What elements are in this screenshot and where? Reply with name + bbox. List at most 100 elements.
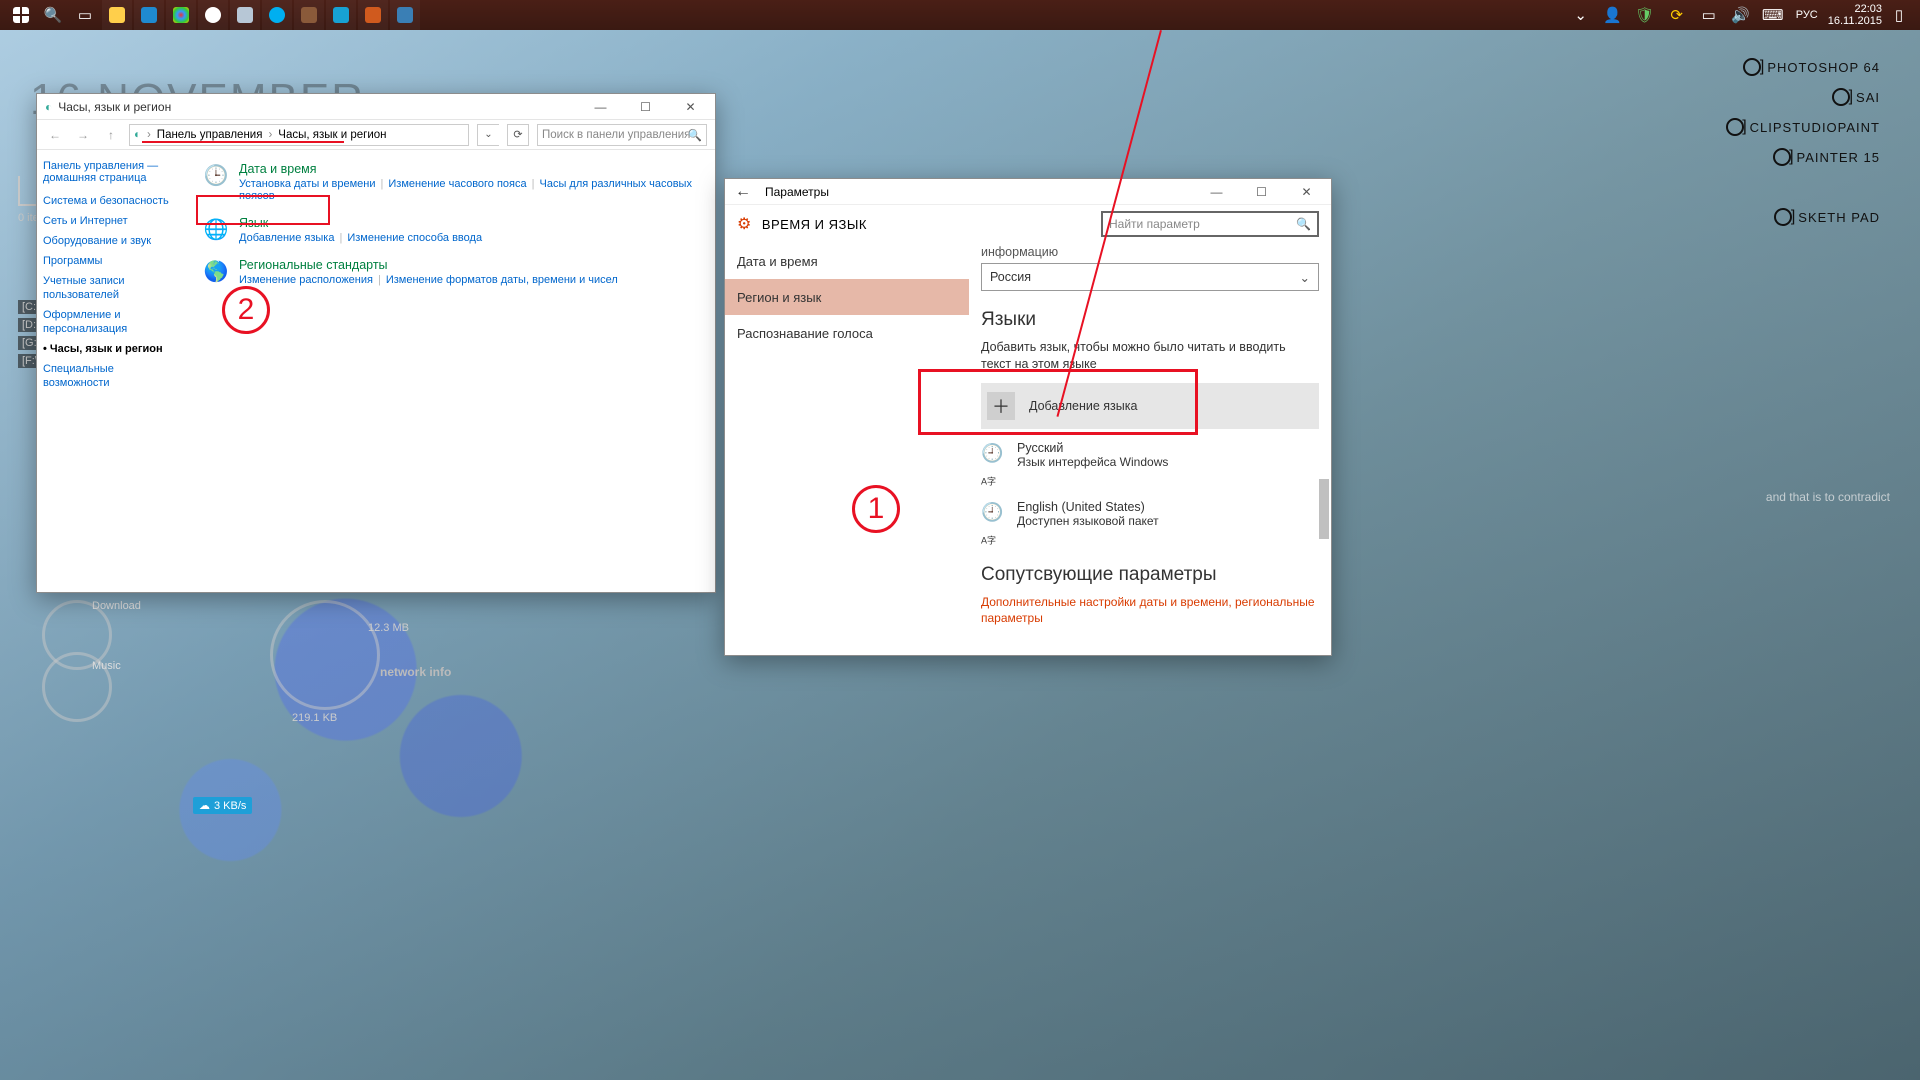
net-speed-value: 3 KB/s bbox=[214, 800, 246, 812]
annotation-circle-2: 2 bbox=[222, 286, 270, 334]
tray-shield-icon[interactable]: 🛡 bbox=[1630, 0, 1660, 30]
desktop-shortcut[interactable]: PHOTOSHOP 64 bbox=[1743, 58, 1880, 76]
address-dropdown-icon[interactable]: ⌄ bbox=[477, 124, 499, 146]
cp-category-title[interactable]: Дата и время bbox=[239, 162, 699, 176]
tray-language[interactable]: РУС bbox=[1796, 9, 1818, 21]
taskbar-app-photos[interactable] bbox=[166, 0, 196, 30]
minimize-button[interactable]: — bbox=[1194, 180, 1239, 204]
desktop-shortcut[interactable]: PAINTER 15 bbox=[1773, 148, 1880, 166]
settings-main: информацию Россия Языки Добавить язык, ч… bbox=[969, 243, 1331, 655]
taskbar-app-generic1[interactable] bbox=[230, 0, 260, 30]
tray-chevron-icon[interactable]: ⌄ bbox=[1566, 0, 1596, 30]
cp-category: 🕒Дата и времяУстановка даты и времени|Из… bbox=[203, 162, 699, 202]
tray-date: 16.11.2015 bbox=[1828, 15, 1882, 27]
cp-task-link[interactable]: Установка даты и времени bbox=[239, 178, 376, 190]
taskbar-app-explorer[interactable] bbox=[102, 0, 132, 30]
cp-sidebar-item[interactable]: Оформление и персонализация bbox=[43, 308, 181, 336]
language-item[interactable]: 🕘A字 Русский Язык интерфейса Windows bbox=[981, 441, 1319, 488]
close-button[interactable]: ✕ bbox=[668, 95, 713, 119]
cp-task-link[interactable]: Изменение расположения bbox=[239, 274, 373, 286]
country-select[interactable]: Россия bbox=[981, 263, 1319, 291]
cloud-icon: ☁ bbox=[199, 799, 210, 812]
nav-back-icon[interactable]: ← bbox=[45, 128, 65, 142]
cp-category-title[interactable]: Язык bbox=[239, 216, 482, 230]
back-button[interactable]: ← bbox=[735, 183, 751, 201]
cp-task-link[interactable]: Изменение способа ввода bbox=[347, 232, 482, 244]
refresh-button[interactable]: ⟳ bbox=[507, 124, 529, 146]
country-label-fragment: информацию bbox=[981, 245, 1319, 259]
cp-home-link[interactable]: Панель управления — домашняя страница bbox=[43, 160, 181, 184]
maximize-button[interactable]: ☐ bbox=[623, 95, 668, 119]
nav-forward-icon[interactable]: → bbox=[73, 128, 93, 142]
hud-ring-icon bbox=[270, 600, 380, 710]
tray-people-icon[interactable]: 👤 bbox=[1598, 0, 1628, 30]
tray-keyboard-icon[interactable]: ⌨ bbox=[1758, 0, 1788, 30]
desktop-shortcut[interactable]: CLIPSTUDIOPAINT bbox=[1726, 118, 1880, 136]
cp-sidebar-item[interactable]: Сеть и Интернет bbox=[43, 214, 181, 228]
cp-sidebar-item[interactable]: Программы bbox=[43, 254, 181, 268]
taskbar-app-skype[interactable] bbox=[262, 0, 292, 30]
scrollbar-thumb[interactable] bbox=[1319, 479, 1329, 539]
search-icon: 🔍 bbox=[688, 128, 702, 142]
cp-sidebar: Панель управления — домашняя страница Си… bbox=[37, 150, 187, 592]
cp-sidebar-item[interactable]: Система и безопасность bbox=[43, 194, 181, 208]
add-language-button[interactable]: ＋ Добавление языка bbox=[981, 383, 1319, 429]
taskview-icon[interactable]: ▭ bbox=[70, 0, 100, 30]
settings-titlebar[interactable]: ← Параметры — ☐ ✕ bbox=[725, 179, 1331, 205]
minimize-button[interactable]: — bbox=[578, 95, 623, 119]
related-settings-link[interactable]: Дополнительные настройки даты и времени,… bbox=[981, 594, 1319, 626]
language-item[interactable]: 🕘A字 English (United States) Доступен язы… bbox=[981, 500, 1319, 547]
shortcut-icon bbox=[1832, 88, 1850, 106]
add-language-label: Добавление языка bbox=[1029, 399, 1137, 413]
divider: | bbox=[334, 232, 347, 244]
settings-sidebar-item[interactable]: Регион и язык bbox=[725, 279, 969, 315]
taskbar-app-itunes[interactable] bbox=[198, 0, 228, 30]
shortcut-label: PHOTOSHOP 64 bbox=[1767, 60, 1880, 75]
taskbar-app-settings[interactable] bbox=[358, 0, 388, 30]
divider: | bbox=[527, 178, 540, 190]
divider: | bbox=[373, 274, 386, 286]
settings-header: ⚙ ВРЕМЯ И ЯЗЫК Найти параметр 🔍 bbox=[725, 205, 1331, 243]
taskbar: 🔍 ▭ ⌄ 👤 🛡 ⟳ ▭ 🔊 ⌨ РУС 22:03 16.11.2015 ▯ bbox=[0, 0, 1920, 30]
cp-window-title: Часы, язык и регион bbox=[58, 100, 171, 114]
cp-task-link[interactable]: Добавление языка bbox=[239, 232, 334, 244]
maximize-button[interactable]: ☐ bbox=[1239, 180, 1284, 204]
settings-sidebar-item[interactable]: Распознавание голоса bbox=[725, 315, 969, 351]
search-taskbar-icon[interactable]: 🔍 bbox=[38, 0, 68, 30]
tray-network-icon[interactable]: ▭ bbox=[1694, 0, 1724, 30]
taskbar-app-generic2[interactable] bbox=[294, 0, 324, 30]
cp-sidebar-item[interactable]: Учетные записи пользователей bbox=[43, 274, 181, 302]
control-panel-window: ◐ Часы, язык и регион — ☐ ✕ ← → ↑ ◐ › Па… bbox=[36, 93, 716, 593]
taskbar-app-store[interactable] bbox=[134, 0, 164, 30]
settings-sidebar-item[interactable]: Дата и время bbox=[725, 243, 969, 279]
cp-search-input[interactable]: Поиск в панели управления 🔍 bbox=[537, 124, 707, 146]
cp-sidebar-item[interactable]: Часы, язык и регион bbox=[43, 342, 181, 356]
close-button[interactable]: ✕ bbox=[1284, 180, 1329, 204]
cp-sidebar-item[interactable]: Специальные возможности bbox=[43, 362, 181, 390]
nav-up-icon[interactable]: ↑ bbox=[101, 128, 121, 142]
tray-sync-icon[interactable]: ⟳ bbox=[1662, 0, 1692, 30]
net-speed-badge[interactable]: ☁ 3 KB/s bbox=[193, 797, 252, 814]
cp-category-title[interactable]: Региональные стандарты bbox=[239, 258, 618, 272]
tray-volume-icon[interactable]: 🔊 bbox=[1726, 0, 1756, 30]
desktop-shortcut[interactable]: SAI bbox=[1832, 88, 1880, 106]
cp-window-icon: ◐ bbox=[45, 100, 52, 114]
breadcrumb-root[interactable]: Панель управления bbox=[157, 129, 263, 141]
desktop-quote: and that is to contradict bbox=[1766, 490, 1890, 504]
cp-titlebar[interactable]: ◐ Часы, язык и регион — ☐ ✕ bbox=[37, 94, 715, 120]
settings-search-input[interactable]: Найти параметр 🔍 bbox=[1101, 211, 1319, 237]
cp-sidebar-item[interactable]: Оборудование и звук bbox=[43, 234, 181, 248]
cp-task-link[interactable]: Изменение форматов даты, времени и чисел bbox=[386, 274, 618, 286]
divider: | bbox=[376, 178, 389, 190]
cp-task-link[interactable]: Изменение часового пояса bbox=[388, 178, 526, 190]
scrollbar[interactable] bbox=[1319, 479, 1329, 653]
start-button[interactable] bbox=[6, 0, 36, 30]
desktop-shortcut[interactable]: SKETH PAD bbox=[1774, 208, 1880, 226]
country-value: Россия bbox=[990, 270, 1031, 284]
chevron-right-icon: › bbox=[145, 129, 153, 141]
taskbar-app-cloud[interactable] bbox=[326, 0, 356, 30]
tray-clock[interactable]: 22:03 16.11.2015 bbox=[1828, 3, 1882, 27]
breadcrumb-leaf[interactable]: Часы, язык и регион bbox=[278, 129, 386, 141]
taskbar-app-generic3[interactable] bbox=[390, 0, 420, 30]
tray-notifications-icon[interactable]: ▯ bbox=[1884, 0, 1914, 30]
